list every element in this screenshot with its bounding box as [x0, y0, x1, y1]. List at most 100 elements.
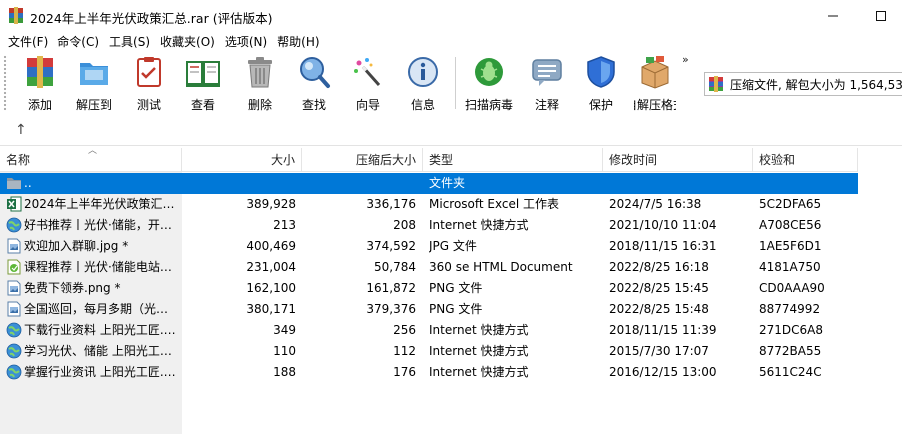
file-crc-cell: 4181A750: [759, 260, 821, 274]
menu-commands[interactable]: 命令(C): [53, 33, 103, 50]
file-row[interactable]: .. 文件夹: [0, 173, 858, 194]
menu-help[interactable]: 帮助(H): [273, 33, 323, 50]
delete-label: 删除: [247, 98, 272, 112]
column-header-size[interactable]: 大小: [182, 148, 302, 172]
minimize-icon: [828, 15, 838, 17]
menu-options[interactable]: 选项(N): [221, 33, 271, 50]
view-label: 查看: [190, 98, 215, 112]
file-modified-cell: 2018/11/15 16:31: [609, 239, 717, 253]
sfx-label: 自解压格式: [634, 98, 676, 112]
file-crc-cell: 1AE5F6D1: [759, 239, 822, 253]
file-size-cell: 188: [273, 365, 296, 379]
file-packed-size-cell: 112: [393, 344, 416, 358]
file-row[interactable]: 下载行业资料 上阳光工匠.url 349 256 Internet 快捷方式 2018/…: [0, 320, 858, 341]
file-name-cell: 下载行业资料 上阳光工匠.url: [24, 323, 176, 337]
file-modified-cell: [609, 173, 749, 194]
sfx-button[interactable]: 自解压格式: [634, 54, 676, 114]
file-type-cell: Internet 快捷方式: [429, 323, 529, 337]
wizard-button[interactable]: 向导: [348, 54, 388, 114]
internet-shortcut-icon: [6, 343, 22, 359]
file-packed-size-cell: 336,176: [366, 197, 416, 211]
file-name-cell: 全国巡回，每月多期（光伏储能）.png: [24, 302, 176, 316]
test-button[interactable]: 测试: [129, 54, 169, 114]
file-type-cell: PNG 文件: [429, 281, 483, 295]
file-row[interactable]: 课程推荐丨光伏·储能电站，设计.html 231,004 50,784 360 se …: [0, 257, 858, 278]
maximize-icon: [876, 11, 886, 21]
column-header-crc[interactable]: 校验和: [753, 148, 858, 172]
test-icon: [137, 57, 161, 87]
file-crc-cell: 8772BA55: [759, 344, 822, 358]
up-folder-arrow-icon[interactable]: ↑: [15, 122, 27, 138]
maximize-button[interactable]: [858, 0, 902, 32]
file-row[interactable]: 学习光伏、储能 上阳光工匠.url 110 112 Internet 快捷方式 2015…: [0, 341, 858, 362]
file-type-cell: Internet 快捷方式: [429, 365, 529, 379]
protect-icon: [587, 56, 615, 88]
file-packed-size-cell: 379,376: [366, 302, 416, 316]
file-size-cell: 231,004: [246, 260, 296, 274]
file-modified-cell: 2022/8/25 15:48: [609, 302, 709, 316]
file-name-cell: 学习光伏、储能 上阳光工匠.url: [24, 344, 176, 358]
column-header-name[interactable]: 名称 ︿: [0, 147, 182, 172]
file-size-cell: 213: [273, 218, 296, 232]
file-type-cell: Microsoft Excel 工作表: [429, 197, 560, 211]
file-size-cell: 349: [273, 323, 296, 337]
file-row[interactable]: 掌握行业资讯 上阳光工匠.url 188 176 Internet 快捷方式 2016/…: [0, 362, 858, 383]
view-button[interactable]: 查看: [183, 54, 223, 114]
file-modified-cell: 2024/7/5 16:38: [609, 197, 702, 211]
file-row[interactable]: 2024年上半年光伏政策汇总.xlsx 389,928 336,176 Microso…: [0, 194, 858, 215]
extract-to-icon: [80, 63, 108, 85]
toolbar-overflow-chevron-icon[interactable]: »: [682, 53, 689, 66]
file-modified-cell: 2021/10/10 11:04: [609, 218, 717, 232]
file-modified-cell: 2022/8/25 16:18: [609, 260, 709, 274]
file-packed-size-cell: 176: [393, 365, 416, 379]
file-name-cell: 免费下领券.png *: [24, 281, 121, 295]
delete-button[interactable]: 删除: [240, 54, 280, 114]
file-packed-size-cell: 161,872: [366, 281, 416, 295]
file-name-cell: ..: [24, 176, 32, 190]
navigation-row: ↑: [0, 117, 902, 147]
info-icon: [408, 57, 438, 87]
file-size-cell: 380,171: [246, 302, 296, 316]
protect-button[interactable]: 保护: [581, 54, 621, 114]
file-size-cell: 389,928: [246, 197, 296, 211]
file-modified-cell: 2015/7/30 17:07: [609, 344, 709, 358]
column-header-type[interactable]: 类型: [423, 148, 603, 172]
menu-file[interactable]: 文件(F): [4, 33, 52, 50]
toolbar-grip[interactable]: [3, 55, 8, 111]
file-packed-size-cell: 374,592: [366, 239, 416, 253]
file-row[interactable]: 欢迎加入群聊.jpg * 400,469 374,592 JPG 文件 2018/11/…: [0, 236, 858, 257]
file-modified-cell: 2016/12/15 13:00: [609, 365, 717, 379]
menu-tools[interactable]: 工具(S): [105, 33, 154, 50]
file-crc-cell: [759, 173, 855, 194]
column-header-packed[interactable]: 压缩后大小: [302, 148, 423, 172]
comment-button[interactable]: 注释: [527, 54, 567, 114]
comment-icon: [532, 59, 562, 86]
minimize-button[interactable]: [810, 0, 856, 32]
file-row[interactable]: 全国巡回，每月多期（光伏储能）.png 380,171 379,376 PNG 文件 2…: [0, 299, 858, 320]
info-label: 信息: [410, 98, 435, 112]
menu-favorites[interactable]: 收藏夹(O): [156, 33, 219, 50]
sfx-icon: [641, 56, 669, 89]
comment-label: 注释: [534, 98, 559, 112]
file-packed-size-cell: [302, 173, 416, 194]
virus-scan-label: 扫描病毒: [465, 98, 514, 112]
window-title: 2024年上半年光伏政策汇总.rar (评估版本): [30, 11, 273, 26]
find-button[interactable]: 查找: [294, 54, 334, 114]
virus-scan-button[interactable]: 扫描病毒: [465, 54, 513, 114]
winrar-app-icon: [9, 7, 23, 24]
column-header-modified[interactable]: 修改时间: [603, 148, 753, 172]
file-packed-size-cell: 50,784: [374, 260, 416, 274]
file-row[interactable]: 好书推荐丨光伏·储能，开发建设.url 213 208 Internet 快捷方式 20…: [0, 215, 858, 236]
image-file-icon: [6, 238, 22, 254]
file-type-cell: JPG 文件: [429, 239, 477, 253]
file-modified-cell: 2018/11/15 11:39: [609, 323, 717, 337]
add-button[interactable]: 添加: [20, 54, 60, 114]
menu-bar: 文件(F) 命令(C) 工具(S) 收藏夹(O) 选项(N) 帮助(H): [0, 32, 902, 51]
extract-to-button[interactable]: 解压到: [72, 54, 116, 114]
file-row[interactable]: 免费下领券.png * 162,100 161,872 PNG 文件 2022/8/25…: [0, 278, 858, 299]
internet-shortcut-icon: [6, 322, 22, 338]
file-crc-cell: 5C2DFA65: [759, 197, 822, 211]
file-size-cell: 162,100: [246, 281, 296, 295]
file-crc-cell: 271DC6A8: [759, 323, 824, 337]
info-button[interactable]: 信息: [403, 54, 443, 114]
